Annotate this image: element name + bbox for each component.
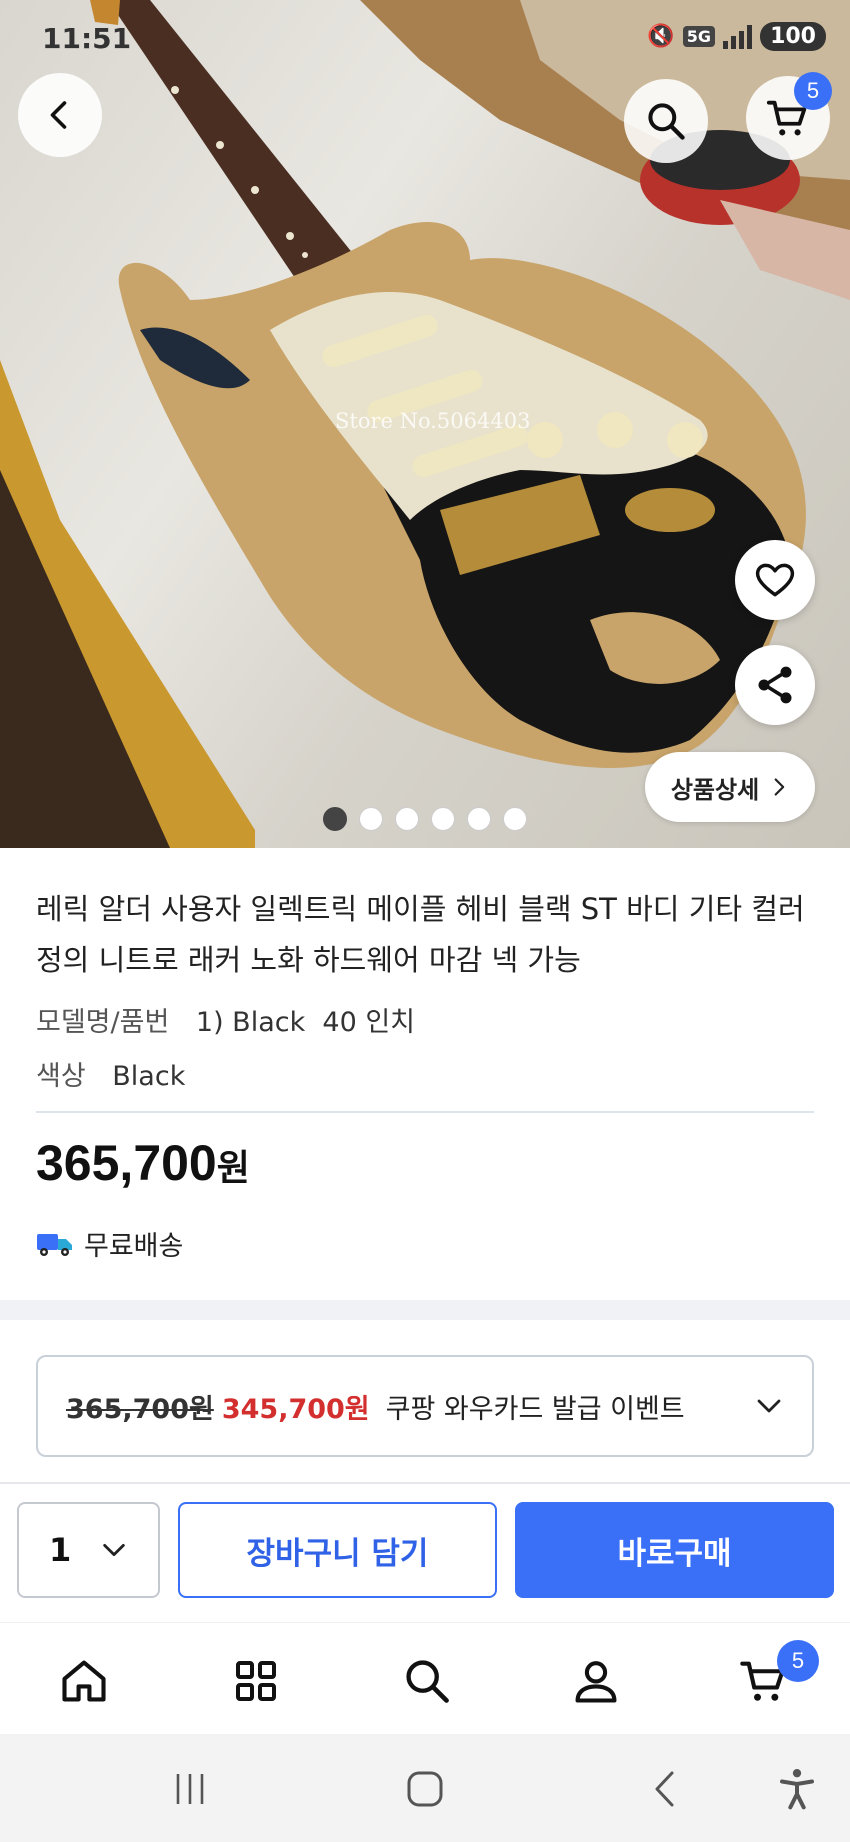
recent-apps-button[interactable] — [165, 1764, 215, 1814]
add-to-cart-button[interactable]: 장바구니 담기 — [178, 1502, 497, 1598]
back-system-button[interactable] — [640, 1764, 690, 1814]
purchase-bar: 1 장바구니 담기 바로구매 — [0, 1482, 850, 1620]
share-button[interactable] — [735, 645, 815, 725]
carousel-dot[interactable] — [323, 807, 347, 831]
wishlist-button[interactable] — [735, 540, 815, 620]
divider — [36, 1111, 814, 1113]
share-icon — [758, 666, 792, 704]
quantity-value: 1 — [49, 1531, 72, 1569]
category-grid-icon — [236, 1661, 276, 1701]
carousel-pagination[interactable] — [323, 807, 527, 831]
search-button[interactable] — [624, 79, 708, 163]
carousel-dot[interactable] — [359, 807, 383, 831]
price-currency: 원 — [216, 1147, 250, 1188]
coupon-text: 쿠팡 와우카드 발급 이벤트 — [385, 1393, 685, 1425]
status-icons: 🔇 5G 100 — [647, 22, 826, 51]
spec-value: 1) Black 40 인치 — [195, 1007, 416, 1038]
product-image-carousel[interactable]: Store No.5064403 11:51 🔇 5G 100 5 상품상세 — [0, 0, 850, 848]
product-page: Store No.5064403 11:51 🔇 5G 100 5 상품상세 레… — [0, 0, 850, 1842]
system-navigation-bar — [0, 1734, 850, 1842]
spec-label: 모델명/품번 — [36, 1007, 170, 1038]
recent-apps-icon — [176, 1774, 204, 1804]
carousel-dot[interactable] — [395, 807, 419, 831]
battery-badge: 100 — [760, 22, 826, 51]
accessibility-icon — [780, 1769, 814, 1810]
accessibility-button[interactable] — [772, 1764, 822, 1814]
carousel-dot[interactable] — [431, 807, 455, 831]
price-value: 365,700 — [36, 1135, 217, 1191]
cart-count-badge: 5 — [794, 72, 832, 110]
chevron-down-icon — [103, 1543, 125, 1557]
product-title: 레릭 알더 사용자 일렉트릭 메이플 헤비 블랙 ST 바디 기타 컬러 정의 … — [36, 892, 805, 977]
signal-icon — [723, 24, 753, 49]
nav-search[interactable] — [397, 1651, 457, 1711]
discount-price: 345,700원 — [221, 1393, 370, 1425]
back-arrow-icon — [655, 1771, 674, 1807]
spec-label: 색상 — [36, 1061, 86, 1092]
spec-value: Black — [112, 1061, 186, 1092]
carousel-dot[interactable] — [467, 807, 491, 831]
shipping-info: 무료배송 — [36, 1224, 183, 1263]
product-detail-label: 상품상세 — [670, 775, 760, 804]
coupon-promo-dropdown[interactable]: 365,700원 345,700원 쿠팡 와우카드 발급 이벤트 — [36, 1355, 814, 1457]
bottom-navigation: 5 — [0, 1622, 850, 1734]
spec-color-row: 색상 Black — [36, 1054, 185, 1093]
guitar-photo: Store No.5064403 — [0, 0, 850, 848]
nav-cart-count-badge: 5 — [777, 1640, 819, 1682]
search-icon — [406, 1660, 449, 1703]
chevron-left-icon — [50, 101, 67, 129]
buy-now-button[interactable]: 바로구매 — [515, 1502, 834, 1598]
search-icon — [648, 103, 685, 140]
shipping-label: 무료배송 — [84, 1231, 184, 1262]
product-price: 365,700원 — [36, 1134, 250, 1192]
spec-model-row: 모델명/품번 1) Black 40 인치 — [36, 1000, 415, 1039]
delivery-truck-icon — [37, 1233, 72, 1256]
chevron-right-icon — [774, 778, 785, 796]
mute-icon: 🔇 — [647, 24, 675, 49]
heart-icon — [755, 563, 795, 597]
nav-category[interactable] — [226, 1651, 286, 1711]
nav-home[interactable] — [54, 1651, 114, 1711]
nav-my-page[interactable] — [566, 1651, 626, 1711]
section-separator — [0, 1300, 850, 1320]
chevron-down-icon — [757, 1399, 781, 1413]
carousel-dot[interactable] — [503, 807, 527, 831]
home-icon — [62, 1660, 106, 1702]
image-watermark: Store No.5064403 — [335, 409, 530, 433]
profile-icon — [575, 1661, 617, 1703]
back-button[interactable] — [18, 73, 102, 157]
product-detail-button[interactable]: 상품상세 — [645, 752, 815, 822]
home-square-icon — [407, 1771, 443, 1807]
quantity-select[interactable]: 1 — [17, 1502, 160, 1598]
home-system-button[interactable] — [400, 1764, 450, 1814]
original-price: 365,700원 — [66, 1393, 214, 1425]
status-time: 11:51 — [42, 22, 132, 55]
network-badge: 5G — [682, 26, 716, 47]
